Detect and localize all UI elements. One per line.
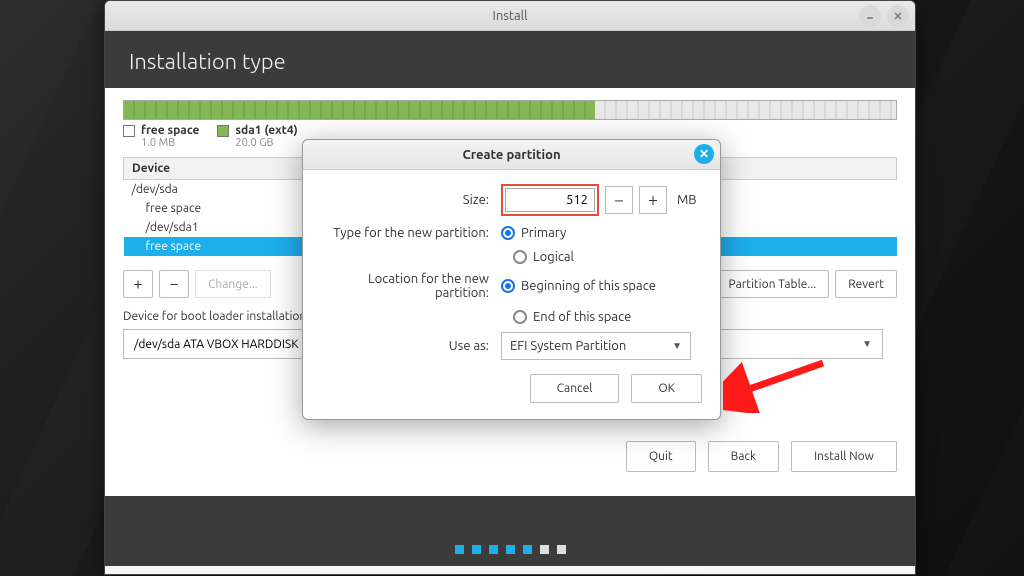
chevron-down-icon: ▼	[672, 340, 682, 352]
back-button[interactable]: Back	[708, 441, 779, 472]
legend-item: free space1.0 MB	[123, 124, 199, 149]
useas-select[interactable]: EFI System Partition ▼	[501, 332, 691, 360]
pager-dot[interactable]	[540, 545, 549, 554]
size-input[interactable]	[505, 188, 595, 212]
radio-end-label: End of this space	[533, 310, 631, 324]
titlebar: Install	[105, 1, 915, 31]
window-title: Install	[493, 9, 528, 23]
size-highlight	[501, 184, 599, 216]
size-decrement-button[interactable]: −	[605, 186, 633, 214]
install-now-button[interactable]: Install Now	[791, 441, 897, 472]
radio-primary[interactable]	[501, 226, 515, 240]
remove-partition-button[interactable]: −	[159, 270, 189, 298]
add-partition-button[interactable]: +	[123, 270, 153, 298]
legend-sub: 1.0 MB	[141, 137, 199, 149]
location-label: Location for the new partition:	[321, 272, 501, 300]
size-unit: MB	[677, 193, 697, 207]
pager-dot[interactable]	[523, 545, 532, 554]
page-heading: Installation type	[105, 31, 915, 88]
bottom-band	[105, 496, 915, 566]
dialog-title-text: Create partition	[462, 148, 560, 162]
useas-value: EFI System Partition	[510, 339, 626, 353]
dialog-close-button[interactable]: ✕	[694, 144, 714, 164]
radio-begin-label: Beginning of this space	[521, 279, 656, 293]
revert-button[interactable]: Revert	[835, 270, 897, 298]
legend-item: sda1 (ext4)20.0 GB	[217, 124, 297, 149]
pager-dot[interactable]	[506, 545, 515, 554]
minimize-button[interactable]	[859, 5, 881, 27]
quit-button[interactable]: Quit	[626, 441, 696, 472]
legend-sub: 20.0 GB	[235, 137, 297, 149]
disk-segment-sda1	[124, 101, 595, 119]
pager-dot[interactable]	[489, 545, 498, 554]
radio-logical[interactable]	[513, 250, 527, 264]
chevron-down-icon: ▼	[862, 338, 872, 350]
legend-label: sda1 (ext4)	[235, 124, 297, 137]
disk-usage-bar	[123, 100, 897, 120]
radio-primary-label: Primary	[521, 226, 566, 240]
wizard-footer: Quit Back Install Now	[626, 441, 897, 472]
size-label: Size:	[321, 193, 501, 207]
radio-begin[interactable]	[501, 279, 515, 293]
close-button[interactable]	[887, 5, 909, 27]
type-label: Type for the new partition:	[321, 226, 501, 240]
pager-dot[interactable]	[557, 545, 566, 554]
size-increment-button[interactable]: +	[639, 186, 667, 214]
disk-segment-free	[595, 101, 896, 119]
radio-logical-label: Logical	[533, 250, 574, 264]
create-partition-dialog: Create partition ✕ Size: − + MB Type for…	[302, 139, 721, 420]
bootloader-value: /dev/sda ATA VBOX HARDDISK	[134, 338, 299, 351]
step-pager	[105, 545, 915, 554]
radio-end[interactable]	[513, 310, 527, 324]
useas-label: Use as:	[321, 339, 501, 353]
ok-button[interactable]: OK	[631, 374, 702, 403]
pager-dot[interactable]	[455, 545, 464, 554]
change-partition-button[interactable]: Change...	[195, 270, 271, 298]
legend-label: free space	[141, 124, 199, 137]
cancel-button[interactable]: Cancel	[530, 374, 620, 403]
pager-dot[interactable]	[472, 545, 481, 554]
legend-swatch	[217, 125, 229, 137]
legend-swatch	[123, 125, 135, 137]
dialog-title: Create partition ✕	[303, 140, 720, 170]
new-partition-table-button[interactable]: Partition Table...	[716, 270, 830, 298]
